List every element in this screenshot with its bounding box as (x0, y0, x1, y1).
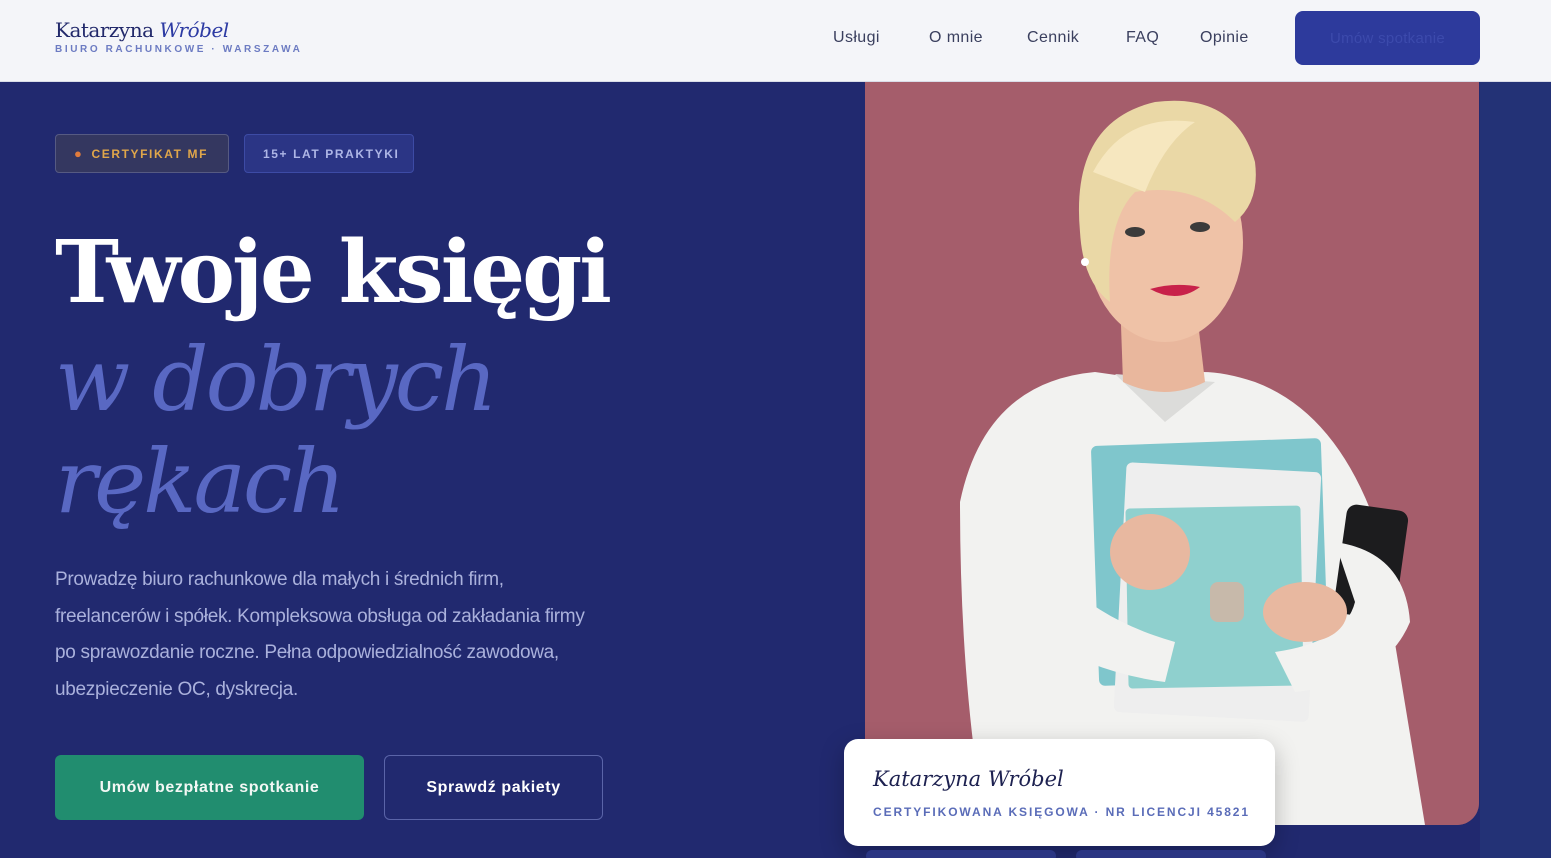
profile-license: CERTYFIKOWANA KSIĘGOWA · NR LICENCJI 458… (873, 805, 1250, 819)
nav-link-uslugi[interactable]: Usługi (833, 29, 880, 47)
stat-card-peek-2 (1076, 850, 1266, 858)
book-meeting-button[interactable]: Umów spotkanie (1295, 11, 1480, 65)
brand-first-name: Katarzyna (55, 18, 154, 42)
hero-title-line-3: rękach (55, 430, 346, 533)
check-packages-button[interactable]: Sprawdź pakiety (384, 755, 603, 820)
medal-icon: ● (74, 146, 84, 161)
profile-name: Katarzyna Wróbel (873, 767, 1064, 791)
accountant-portrait-photo (865, 82, 1479, 825)
portrait-illustration (865, 82, 1479, 825)
certyfikat-mf-badge: ● CERTYFIKAT MF (55, 134, 229, 173)
nav-link-faq[interactable]: FAQ (1126, 29, 1159, 47)
profile-card: Katarzyna Wróbel CERTYFIKOWANA KSIĘGOWA … (844, 739, 1275, 846)
site-header: Katarzyna Wróbel BIURO RACHUNKOWE · WARS… (0, 0, 1551, 82)
hero-title-line-2: w dobrych (55, 328, 498, 431)
hero-lead-text: Prowadzę biuro rachunkowe dla małych i ś… (55, 569, 585, 700)
brand-subtitle: BIURO RACHUNKOWE · WARSZAWA (55, 44, 303, 55)
brand-logo[interactable]: Katarzyna Wróbel BIURO RACHUNKOWE · WARS… (55, 18, 302, 55)
nav-link-opinie[interactable]: Opinie (1200, 29, 1249, 47)
experience-badge: 15+ LAT PRAKTYKI (244, 134, 414, 173)
hero-title-line-1: Twoje księgi (55, 222, 612, 323)
brand-last-name: Wróbel (159, 18, 229, 42)
certyfikat-mf-label: CERTYFIKAT MF (91, 146, 209, 161)
brand-name: Katarzyna Wróbel (55, 18, 302, 42)
stat-card-peek-1 (866, 850, 1056, 858)
hero-edge-panel (1480, 82, 1551, 858)
free-meeting-button[interactable]: Umów bezpłatne spotkanie (55, 755, 364, 820)
nav-link-cennik[interactable]: Cennik (1027, 29, 1079, 47)
nav-link-o-mnie[interactable]: O mnie (929, 29, 983, 47)
